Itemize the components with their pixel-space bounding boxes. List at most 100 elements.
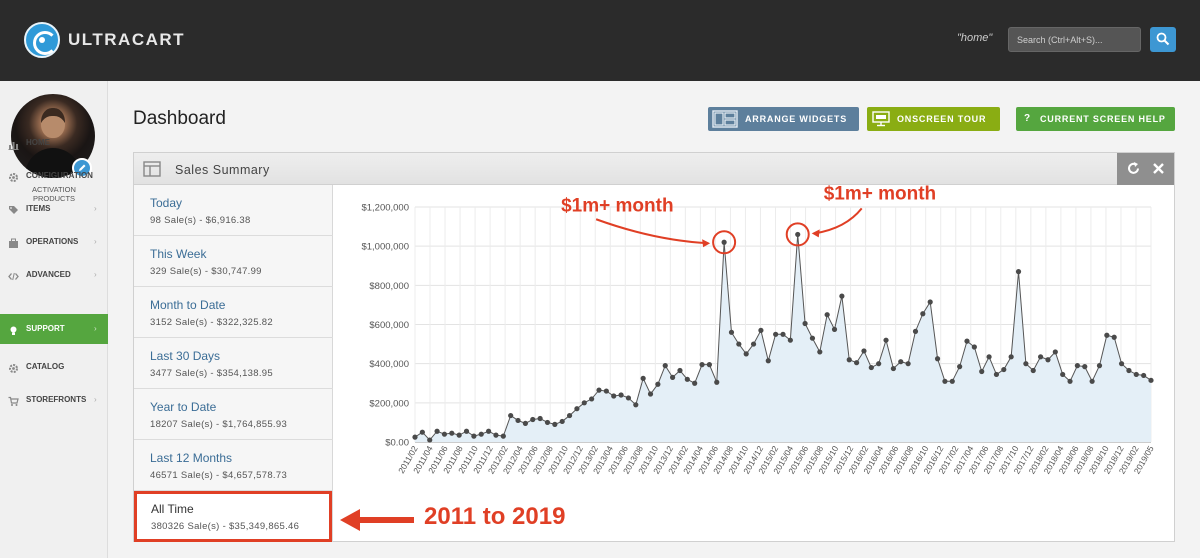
page-title: Dashboard xyxy=(133,108,226,129)
data-point xyxy=(537,415,543,422)
data-point xyxy=(471,433,477,439)
summary-row[interactable]: Month to Date 3152 Sale(s) - $322,325.82 xyxy=(134,287,333,338)
data-point xyxy=(831,326,838,332)
annotation-arrow xyxy=(814,207,863,235)
arrange-widgets-button[interactable]: ARRANGE WIDGETS xyxy=(708,107,859,131)
left-arrow-icon xyxy=(340,509,414,531)
widget-header[interactable]: Sales Summary xyxy=(134,153,1174,185)
data-point xyxy=(920,311,926,317)
summary-row[interactable]: Last 12 Months 46571 Sale(s) - $4,657,578… xyxy=(134,440,333,491)
data-point xyxy=(662,363,668,369)
summary-row[interactable]: Last 30 Days 3477 Sale(s) - $354,138.95 xyxy=(134,338,333,389)
data-point xyxy=(618,392,624,398)
data-point xyxy=(522,420,528,426)
lightbulb-icon xyxy=(8,323,19,335)
arrowhead-icon xyxy=(811,229,820,238)
sales-chart: $0.00 $200,000 $400,000 $600,000 $800,000 $1,… xyxy=(334,185,1174,542)
sidebar-item-catalog[interactable]: CATALOG xyxy=(0,352,108,382)
data-point xyxy=(1082,364,1088,370)
data-point xyxy=(647,391,654,397)
chevron-right-icon: › xyxy=(94,237,97,246)
data-point xyxy=(589,396,595,402)
sidebar-item-configuration[interactable]: CONFIGURATION xyxy=(0,161,108,191)
summary-value: 3477 Sale(s) - $354,138.95 xyxy=(150,368,273,379)
summary-value: 3152 Sale(s) - $322,325.82 xyxy=(150,317,273,328)
data-point xyxy=(500,433,506,439)
onscreen-tour-button[interactable]: ONSCREEN TOUR xyxy=(867,107,1000,131)
data-point xyxy=(566,412,573,419)
data-point xyxy=(603,388,609,394)
y-tick-label: $1,000,000 xyxy=(361,242,409,253)
sidebar-item-items[interactable]: ITEMS › xyxy=(0,194,108,224)
sidebar-item-label: CATALOG xyxy=(26,362,65,371)
current-screen-help-button[interactable]: ? CURRENT SCREEN HELP xyxy=(1016,107,1175,131)
summary-period: Last 30 Days xyxy=(150,349,221,363)
summary-row[interactable]: Today 98 Sale(s) - $6,916.38 xyxy=(134,185,333,236)
summary-row[interactable]: This Week 329 Sale(s) - $30,747.99 xyxy=(134,236,333,287)
data-point xyxy=(986,354,992,360)
data-point xyxy=(1089,378,1095,384)
data-point xyxy=(728,329,735,335)
sidebar-item-support[interactable]: SUPPORT › xyxy=(0,314,108,344)
data-point xyxy=(412,434,418,440)
y-tick-label: $400,000 xyxy=(369,359,409,370)
chevron-right-icon: › xyxy=(94,395,97,404)
summary-row[interactable]: All Time 380326 Sale(s) - $35,349,865.46 xyxy=(134,491,332,542)
data-point xyxy=(868,364,874,371)
search-button[interactable] xyxy=(1150,27,1176,52)
data-point xyxy=(419,429,425,435)
search-input[interactable] xyxy=(1008,27,1141,52)
data-point xyxy=(876,361,882,367)
data-point xyxy=(721,239,727,245)
data-point xyxy=(714,379,720,385)
data-point xyxy=(449,430,455,436)
sidebar-item-storefronts[interactable]: STOREFRONTS › xyxy=(0,385,108,415)
data-point xyxy=(486,428,492,434)
y-tick-label: $200,000 xyxy=(369,398,409,409)
data-point xyxy=(1023,361,1029,367)
top-bar: ULTRACART "home" xyxy=(0,0,1200,81)
summary-value: 380326 Sale(s) - $35,349,865.46 xyxy=(151,521,300,532)
data-point xyxy=(427,437,433,443)
data-point xyxy=(750,341,757,347)
data-point xyxy=(677,367,683,374)
data-point xyxy=(1126,367,1132,374)
sidebar-item-home[interactable]: HOME xyxy=(0,128,108,158)
data-point xyxy=(743,351,749,357)
data-point xyxy=(780,331,786,337)
summary-row[interactable]: Year to Date 18207 Sale(s) - $1,764,855.9… xyxy=(134,389,333,440)
data-point xyxy=(942,378,948,384)
sidebar-item-advanced[interactable]: ADVANCED › xyxy=(0,260,108,290)
summary-value: 98 Sale(s) - $6,916.38 xyxy=(150,215,251,226)
data-point xyxy=(633,402,639,408)
code-icon xyxy=(8,269,19,281)
data-point xyxy=(508,412,514,419)
data-point xyxy=(787,337,793,343)
refresh-icon[interactable] xyxy=(1126,161,1141,176)
summary-period: Last 12 Months xyxy=(150,451,233,465)
y-tick-label: $0.00 xyxy=(385,438,409,449)
tag-icon xyxy=(8,203,19,214)
data-point xyxy=(773,331,779,337)
home-link[interactable]: "home" xyxy=(957,32,992,44)
data-point xyxy=(706,362,712,368)
data-point xyxy=(1133,371,1139,378)
y-tick-label: $800,000 xyxy=(369,281,409,292)
data-point xyxy=(883,337,889,343)
peak-annotation: $1m+ month xyxy=(824,185,936,204)
ultracart-logo-icon[interactable] xyxy=(24,22,60,58)
data-point xyxy=(1001,366,1007,373)
data-point xyxy=(993,371,1000,378)
sidebar-item-operations[interactable]: OPERATIONS › xyxy=(0,227,108,257)
data-point xyxy=(463,428,470,434)
data-point xyxy=(699,362,705,368)
monitor-icon xyxy=(872,111,890,127)
data-point xyxy=(854,360,860,366)
summary-period: Year to Date xyxy=(150,400,217,414)
question-icon: ? xyxy=(1024,113,1031,124)
sales-chart-svg: $0.00 $200,000 $400,000 $600,000 $800,000 $1,… xyxy=(361,185,1155,476)
close-icon[interactable] xyxy=(1151,161,1166,176)
data-point xyxy=(478,431,484,437)
data-point xyxy=(736,341,742,347)
search-icon xyxy=(1156,32,1170,46)
